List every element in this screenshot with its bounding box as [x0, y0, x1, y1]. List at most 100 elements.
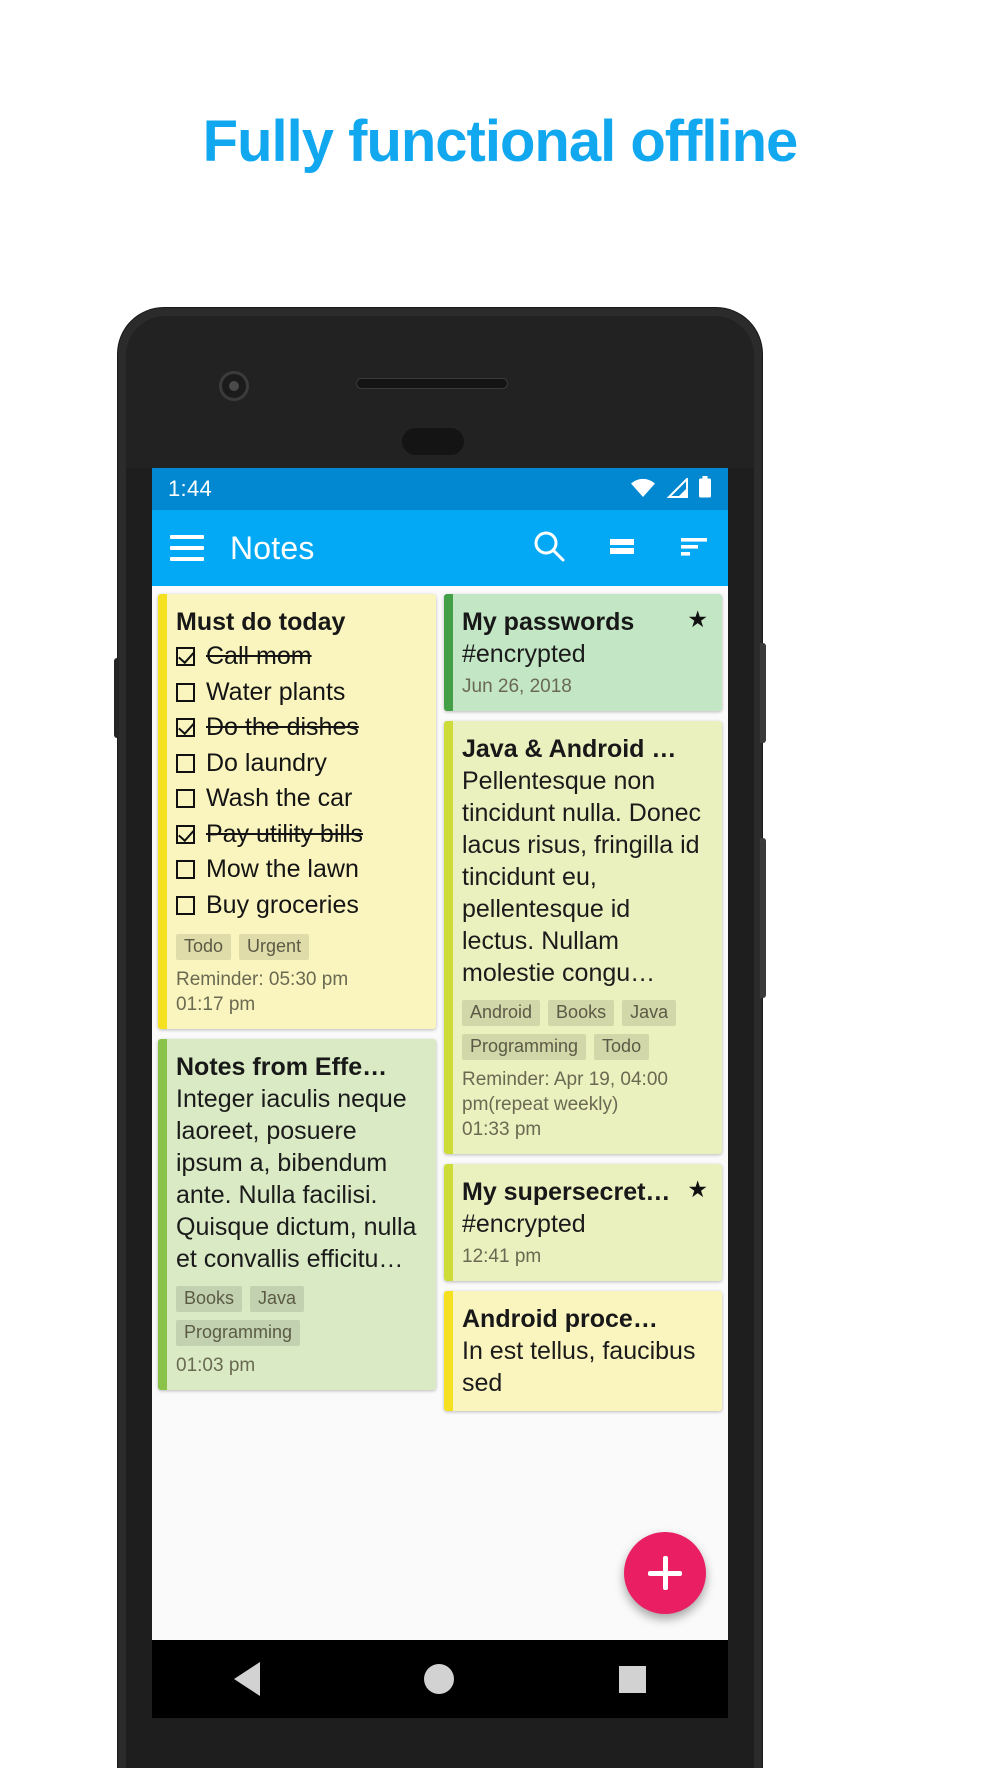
note-body: In est tellus, faucibus sed	[462, 1337, 696, 1398]
notes-grid[interactable]: Must do today Call mom Water plants Do t…	[152, 586, 728, 1640]
recents-square-icon[interactable]	[618, 1665, 646, 1693]
note-card[interactable]: Java & Android … Pellentesque non tincid…	[444, 721, 722, 1155]
checklist-item[interactable]: Mow the lawn	[176, 852, 422, 888]
phone-top-bezel	[126, 316, 754, 468]
note-tags: Android Books Java Programming Todo	[462, 1000, 708, 1061]
checkbox-unchecked-icon[interactable]	[176, 860, 195, 880]
checkbox-checked-icon[interactable]	[176, 718, 195, 738]
note-body: #encrypted	[462, 640, 586, 668]
checklist-item[interactable]: Buy groceries	[176, 888, 422, 924]
sort-icon[interactable]	[678, 530, 710, 567]
status-bar-clock: 1:44	[168, 476, 213, 501]
note-card[interactable]: Must do today Call mom Water plants Do t…	[158, 594, 436, 1030]
app-title: Notes	[230, 529, 315, 566]
home-circle-icon[interactable]	[424, 1664, 455, 1694]
note-title: Java & Android …	[462, 735, 677, 764]
star-icon[interactable]: ★	[687, 608, 708, 631]
checklist-item[interactable]: Water plants	[176, 675, 422, 711]
app-bar-actions	[532, 529, 710, 568]
tag-chip[interactable]: Books	[548, 1000, 615, 1027]
plus-icon-vertical	[662, 1556, 668, 1590]
note-card[interactable]: My passwords ★ #encrypted Jun 26, 2018	[444, 594, 722, 712]
checklist-item-label: Wash the car	[206, 784, 353, 812]
wifi-icon	[630, 478, 656, 503]
earpiece-speaker	[356, 378, 508, 389]
tag-chip[interactable]: Books	[176, 1286, 243, 1313]
note-title: Android proce…	[462, 1305, 658, 1334]
checklist-item-label: Pay utility bills	[206, 819, 363, 848]
note-card[interactable]: Notes from Effe… Integer iaculis neque l…	[158, 1039, 436, 1391]
notes-column-left: Must do today Call mom Water plants Do t…	[158, 594, 436, 1640]
signal-icon	[666, 476, 688, 503]
note-header: My supersecret… ★	[462, 1178, 708, 1207]
note-header: Must do today	[176, 608, 422, 637]
volume-button[interactable]	[760, 838, 766, 998]
note-card[interactable]: My supersecret… ★ #encrypted 12:41 pm	[444, 1164, 722, 1282]
checklist-item[interactable]: Pay utility bills	[176, 817, 422, 853]
note-accent-bar	[444, 721, 453, 1155]
app-screen: 1:44 Notes Must do today Call mom Water …	[152, 468, 728, 1640]
checkbox-unchecked-icon[interactable]	[176, 895, 195, 915]
hamburger-menu-icon[interactable]	[170, 535, 204, 561]
note-checklist[interactable]: Call mom Water plants Do the dishes Do l…	[176, 639, 422, 923]
note-timestamp: Jun 26, 2018	[462, 676, 572, 697]
add-note-fab[interactable]	[624, 1532, 706, 1614]
note-card[interactable]: Android proce… In est tellus, faucibus s…	[444, 1291, 722, 1412]
note-header: Android proce…	[462, 1305, 708, 1334]
sensor-cutout	[402, 428, 464, 455]
note-accent-bar	[158, 594, 167, 1030]
checklist-item[interactable]: Do laundry	[176, 746, 422, 782]
checklist-item-label: Do the dishes	[206, 713, 359, 741]
app-bar: Notes	[152, 510, 728, 586]
checklist-item-label: Water plants	[206, 677, 346, 706]
note-reminder: Reminder: 05:30 pm	[176, 969, 349, 990]
checklist-item-label: Buy groceries	[206, 890, 359, 919]
checkbox-unchecked-icon[interactable]	[176, 682, 195, 702]
note-body: #encrypted	[462, 1210, 586, 1239]
checkbox-checked-icon[interactable]	[176, 647, 195, 667]
checklist-item-label: Do laundry	[206, 748, 327, 777]
checklist-item-label: Mow the lawn	[206, 855, 359, 883]
checklist-item[interactable]: Call mom	[176, 639, 422, 675]
status-bar-icons	[630, 475, 712, 503]
tag-chip[interactable]: Programming	[176, 1320, 301, 1347]
note-timestamp: 01:03 pm	[176, 1355, 256, 1377]
note-accent-bar	[158, 1039, 167, 1391]
tag-chip[interactable]: Android	[462, 1000, 541, 1027]
note-tags: Todo Urgent	[176, 934, 422, 960]
tag-chip[interactable]: Java	[622, 1000, 677, 1027]
checklist-item[interactable]: Wash the car	[176, 781, 422, 817]
back-triangle-icon[interactable]	[234, 1662, 261, 1696]
note-title: My supersecret…	[462, 1178, 671, 1207]
search-icon[interactable]	[532, 529, 566, 568]
note-header: Notes from Effe…	[176, 1053, 422, 1082]
android-nav-bar	[152, 1640, 728, 1718]
checklist-item[interactable]: Do the dishes	[176, 710, 422, 746]
checkbox-unchecked-icon[interactable]	[176, 789, 195, 809]
tag-chip[interactable]: Java	[250, 1286, 305, 1313]
tag-chip[interactable]: Todo	[594, 1034, 650, 1061]
note-body: Pellentesque non tincidunt nulla. Donec …	[462, 767, 702, 988]
star-icon[interactable]: ★	[687, 1178, 708, 1201]
note-title: Notes from Effe…	[176, 1053, 388, 1082]
power-button[interactable]	[760, 643, 766, 743]
phone-device-frame: 1:44 Notes Must do today Call mom Water …	[114, 308, 766, 1768]
note-timestamp: 01:33 pm	[462, 1119, 542, 1141]
layout-view-icon[interactable]	[606, 530, 638, 567]
checkbox-checked-icon[interactable]	[176, 824, 195, 844]
tag-chip[interactable]: Urgent	[239, 934, 310, 960]
tag-chip[interactable]: Todo	[176, 934, 232, 960]
page-title: Fully functional offline	[202, 109, 799, 174]
note-accent-bar	[444, 1291, 453, 1412]
tag-chip[interactable]: Programming	[462, 1034, 587, 1061]
note-title: My passwords	[462, 608, 635, 636]
note-timestamp: 01:17 pm	[176, 994, 256, 1016]
note-header: Java & Android …	[462, 735, 708, 764]
notes-column-right: My passwords ★ #encrypted Jun 26, 2018 J…	[444, 594, 722, 1640]
battery-icon	[698, 475, 712, 503]
note-timestamp: 12:41 pm	[462, 1246, 542, 1268]
side-button-left[interactable]	[114, 658, 119, 738]
checkbox-unchecked-icon[interactable]	[176, 753, 195, 773]
note-accent-bar	[444, 1164, 453, 1282]
phone-screen-housing: 1:44 Notes Must do today Call mom Water …	[126, 316, 754, 1768]
